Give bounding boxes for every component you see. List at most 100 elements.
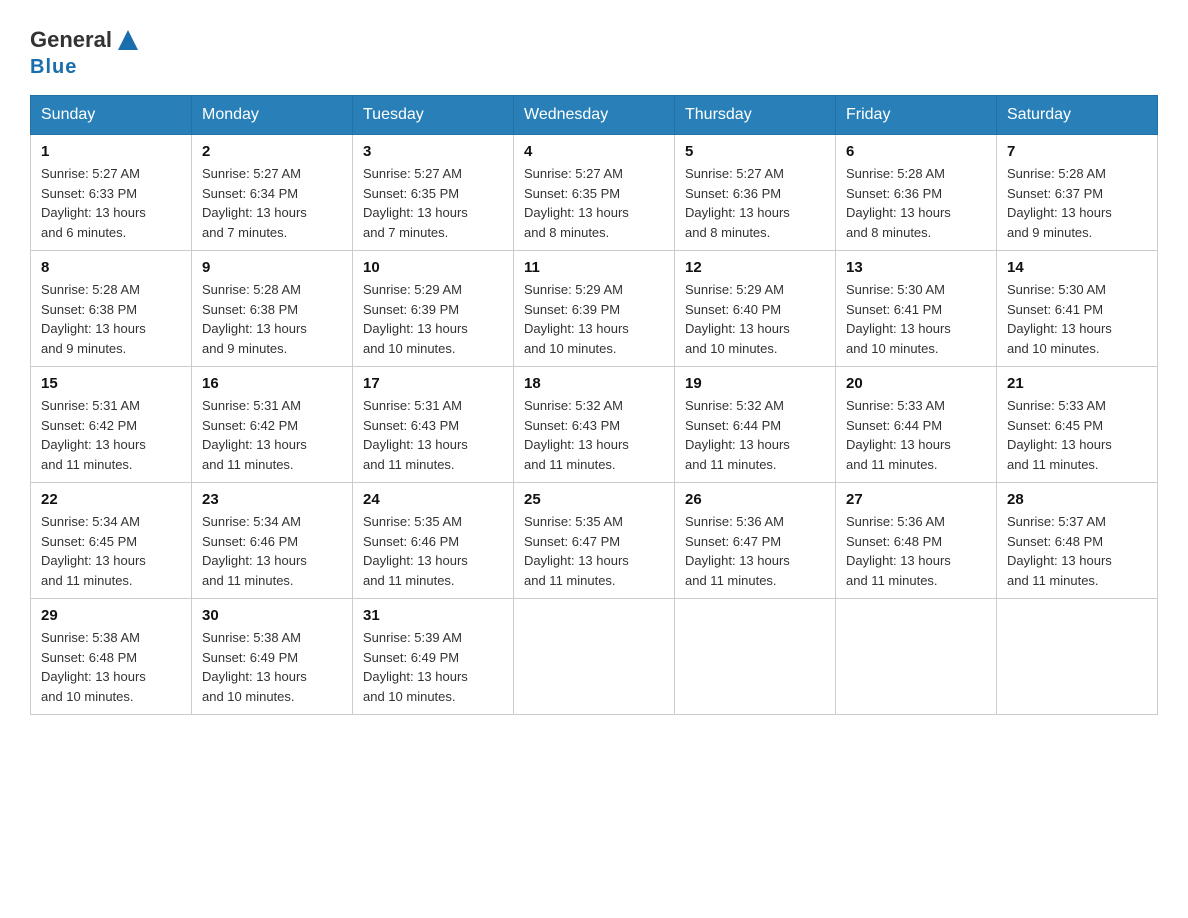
sunset-label: Sunset: 6:35 PM bbox=[363, 186, 459, 201]
day-info: Sunrise: 5:36 AM Sunset: 6:48 PM Dayligh… bbox=[846, 512, 986, 590]
daylight-label: Daylight: 13 hours bbox=[1007, 553, 1112, 568]
day-number: 12 bbox=[685, 259, 825, 276]
sunrise-label: Sunrise: 5:39 AM bbox=[363, 630, 462, 645]
calendar-day-cell: 11 Sunrise: 5:29 AM Sunset: 6:39 PM Dayl… bbox=[514, 251, 675, 367]
weekday-header-wednesday: Wednesday bbox=[514, 96, 675, 135]
day-number: 2 bbox=[202, 143, 342, 160]
calendar-day-cell bbox=[675, 599, 836, 715]
daylight-minutes: and 8 minutes. bbox=[685, 225, 770, 240]
calendar-day-cell bbox=[997, 599, 1158, 715]
calendar-day-cell: 20 Sunrise: 5:33 AM Sunset: 6:44 PM Dayl… bbox=[836, 367, 997, 483]
daylight-minutes: and 11 minutes. bbox=[685, 573, 777, 588]
daylight-minutes: and 7 minutes. bbox=[363, 225, 448, 240]
sunrise-label: Sunrise: 5:27 AM bbox=[685, 166, 784, 181]
sunrise-label: Sunrise: 5:37 AM bbox=[1007, 514, 1106, 529]
day-info: Sunrise: 5:28 AM Sunset: 6:38 PM Dayligh… bbox=[41, 280, 181, 358]
daylight-minutes: and 10 minutes. bbox=[202, 689, 295, 704]
sunset-label: Sunset: 6:45 PM bbox=[1007, 418, 1103, 433]
daylight-label: Daylight: 13 hours bbox=[41, 205, 146, 220]
daylight-label: Daylight: 13 hours bbox=[846, 437, 951, 452]
day-info: Sunrise: 5:27 AM Sunset: 6:36 PM Dayligh… bbox=[685, 164, 825, 242]
sunset-label: Sunset: 6:42 PM bbox=[202, 418, 298, 433]
sunset-label: Sunset: 6:48 PM bbox=[846, 534, 942, 549]
day-info: Sunrise: 5:39 AM Sunset: 6:49 PM Dayligh… bbox=[363, 628, 503, 706]
day-info: Sunrise: 5:32 AM Sunset: 6:44 PM Dayligh… bbox=[685, 396, 825, 474]
day-number: 27 bbox=[846, 491, 986, 508]
day-number: 31 bbox=[363, 607, 503, 624]
sunset-label: Sunset: 6:48 PM bbox=[1007, 534, 1103, 549]
daylight-minutes: and 9 minutes. bbox=[1007, 225, 1092, 240]
calendar-day-cell: 3 Sunrise: 5:27 AM Sunset: 6:35 PM Dayli… bbox=[353, 135, 514, 251]
sunrise-label: Sunrise: 5:31 AM bbox=[363, 398, 462, 413]
sunrise-label: Sunrise: 5:30 AM bbox=[846, 282, 945, 297]
calendar-day-cell: 10 Sunrise: 5:29 AM Sunset: 6:39 PM Dayl… bbox=[353, 251, 514, 367]
daylight-minutes: and 8 minutes. bbox=[846, 225, 931, 240]
day-number: 19 bbox=[685, 375, 825, 392]
calendar-day-cell: 17 Sunrise: 5:31 AM Sunset: 6:43 PM Dayl… bbox=[353, 367, 514, 483]
logo-general-text: General bbox=[30, 29, 112, 51]
sunrise-label: Sunrise: 5:27 AM bbox=[202, 166, 301, 181]
day-number: 16 bbox=[202, 375, 342, 392]
sunrise-label: Sunrise: 5:35 AM bbox=[524, 514, 623, 529]
day-number: 23 bbox=[202, 491, 342, 508]
daylight-minutes: and 11 minutes. bbox=[685, 457, 777, 472]
sunrise-label: Sunrise: 5:27 AM bbox=[363, 166, 462, 181]
sunrise-label: Sunrise: 5:29 AM bbox=[363, 282, 462, 297]
daylight-minutes: and 11 minutes. bbox=[846, 457, 938, 472]
sunrise-label: Sunrise: 5:34 AM bbox=[202, 514, 301, 529]
daylight-label: Daylight: 13 hours bbox=[846, 205, 951, 220]
sunset-label: Sunset: 6:36 PM bbox=[846, 186, 942, 201]
daylight-label: Daylight: 13 hours bbox=[202, 669, 307, 684]
sunset-label: Sunset: 6:44 PM bbox=[685, 418, 781, 433]
calendar-day-cell: 28 Sunrise: 5:37 AM Sunset: 6:48 PM Dayl… bbox=[997, 483, 1158, 599]
sunrise-label: Sunrise: 5:28 AM bbox=[202, 282, 301, 297]
day-info: Sunrise: 5:35 AM Sunset: 6:47 PM Dayligh… bbox=[524, 512, 664, 590]
daylight-label: Daylight: 13 hours bbox=[524, 437, 629, 452]
day-info: Sunrise: 5:34 AM Sunset: 6:46 PM Dayligh… bbox=[202, 512, 342, 590]
calendar-day-cell: 4 Sunrise: 5:27 AM Sunset: 6:35 PM Dayli… bbox=[514, 135, 675, 251]
sunset-label: Sunset: 6:38 PM bbox=[41, 302, 137, 317]
calendar-day-cell: 6 Sunrise: 5:28 AM Sunset: 6:36 PM Dayli… bbox=[836, 135, 997, 251]
sunrise-label: Sunrise: 5:36 AM bbox=[685, 514, 784, 529]
calendar-day-cell: 12 Sunrise: 5:29 AM Sunset: 6:40 PM Dayl… bbox=[675, 251, 836, 367]
daylight-minutes: and 10 minutes. bbox=[41, 689, 134, 704]
day-info: Sunrise: 5:29 AM Sunset: 6:39 PM Dayligh… bbox=[524, 280, 664, 358]
daylight-label: Daylight: 13 hours bbox=[1007, 437, 1112, 452]
daylight-label: Daylight: 13 hours bbox=[363, 669, 468, 684]
sunrise-label: Sunrise: 5:35 AM bbox=[363, 514, 462, 529]
logo-text: General bbox=[30, 26, 142, 54]
day-number: 26 bbox=[685, 491, 825, 508]
daylight-label: Daylight: 13 hours bbox=[41, 437, 146, 452]
sunset-label: Sunset: 6:38 PM bbox=[202, 302, 298, 317]
sunset-label: Sunset: 6:43 PM bbox=[524, 418, 620, 433]
sunset-label: Sunset: 6:46 PM bbox=[202, 534, 298, 549]
calendar-day-cell: 15 Sunrise: 5:31 AM Sunset: 6:42 PM Dayl… bbox=[31, 367, 192, 483]
logo-arrow-icon bbox=[114, 26, 142, 54]
calendar-day-cell: 5 Sunrise: 5:27 AM Sunset: 6:36 PM Dayli… bbox=[675, 135, 836, 251]
daylight-label: Daylight: 13 hours bbox=[1007, 205, 1112, 220]
sunrise-label: Sunrise: 5:33 AM bbox=[846, 398, 945, 413]
calendar-day-cell: 21 Sunrise: 5:33 AM Sunset: 6:45 PM Dayl… bbox=[997, 367, 1158, 483]
sunset-label: Sunset: 6:49 PM bbox=[363, 650, 459, 665]
day-number: 20 bbox=[846, 375, 986, 392]
day-number: 25 bbox=[524, 491, 664, 508]
daylight-minutes: and 10 minutes. bbox=[1007, 341, 1100, 356]
day-info: Sunrise: 5:27 AM Sunset: 6:35 PM Dayligh… bbox=[524, 164, 664, 242]
daylight-label: Daylight: 13 hours bbox=[202, 553, 307, 568]
day-number: 13 bbox=[846, 259, 986, 276]
daylight-label: Daylight: 13 hours bbox=[685, 437, 790, 452]
sunset-label: Sunset: 6:35 PM bbox=[524, 186, 620, 201]
sunset-label: Sunset: 6:41 PM bbox=[1007, 302, 1103, 317]
day-number: 7 bbox=[1007, 143, 1147, 160]
daylight-minutes: and 11 minutes. bbox=[41, 457, 133, 472]
sunset-label: Sunset: 6:39 PM bbox=[524, 302, 620, 317]
calendar-day-cell: 13 Sunrise: 5:30 AM Sunset: 6:41 PM Dayl… bbox=[836, 251, 997, 367]
calendar-week-row: 15 Sunrise: 5:31 AM Sunset: 6:42 PM Dayl… bbox=[31, 367, 1158, 483]
day-info: Sunrise: 5:29 AM Sunset: 6:39 PM Dayligh… bbox=[363, 280, 503, 358]
day-number: 10 bbox=[363, 259, 503, 276]
day-info: Sunrise: 5:27 AM Sunset: 6:34 PM Dayligh… bbox=[202, 164, 342, 242]
daylight-minutes: and 10 minutes. bbox=[524, 341, 617, 356]
day-number: 29 bbox=[41, 607, 181, 624]
sunrise-label: Sunrise: 5:28 AM bbox=[846, 166, 945, 181]
day-info: Sunrise: 5:30 AM Sunset: 6:41 PM Dayligh… bbox=[1007, 280, 1147, 358]
